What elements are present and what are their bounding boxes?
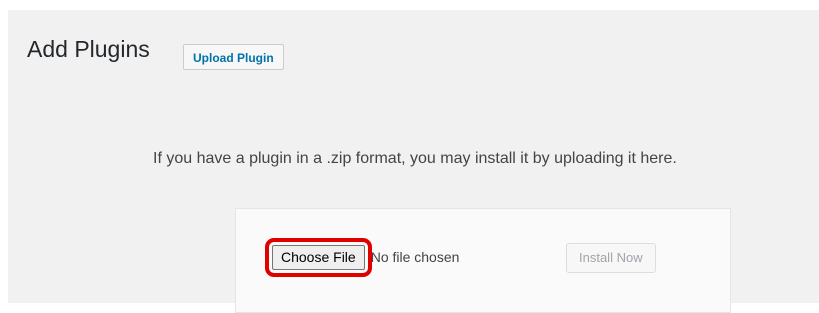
upload-instructions: If you have a plugin in a .zip format, y… (153, 150, 677, 167)
install-now-button[interactable]: Install Now (566, 243, 656, 273)
page-title: Add Plugins (27, 36, 150, 62)
admin-content-area: Add Plugins Upload Plugin If you have a … (8, 10, 819, 313)
plugin-upload-form: Choose File No file chosen Install Now (235, 208, 731, 313)
file-status: No file chosen (370, 249, 460, 265)
choose-file-button[interactable]: Choose File (265, 237, 372, 277)
upload-plugin-button[interactable]: Upload Plugin (183, 44, 284, 70)
file-input[interactable]: Choose File No file chosen (263, 237, 460, 277)
